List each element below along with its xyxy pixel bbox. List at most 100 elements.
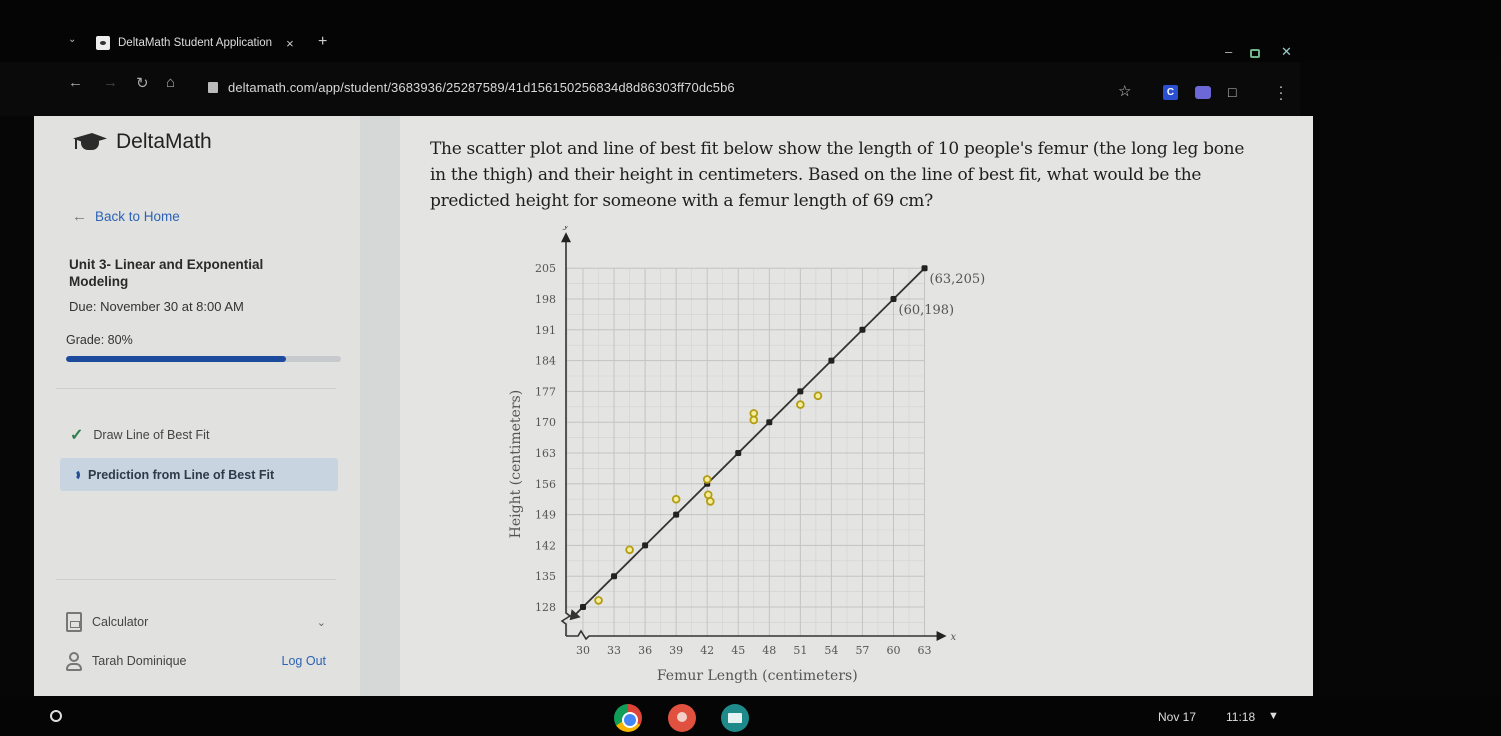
site-info-icon[interactable] <box>208 82 218 93</box>
y-tick-label: 191 <box>535 324 556 337</box>
assignment-title: Unit 3- Linear and Exponential Modeling <box>69 257 264 289</box>
fit-line-point <box>766 419 773 426</box>
calculator-toggle[interactable]: Calculator ⌄ <box>66 612 326 632</box>
y-axis-variable: y <box>562 226 569 231</box>
fit-line-segment <box>572 267 926 618</box>
x-tick-label: 30 <box>576 644 590 657</box>
extensions-icon[interactable]: □ <box>1228 84 1236 100</box>
back-icon[interactable]: ← <box>68 74 83 91</box>
data-points <box>594 391 823 605</box>
tray-date[interactable]: Nov 17 <box>1158 710 1196 724</box>
x-tick-label: 42 <box>700 644 714 657</box>
back-to-home-link[interactable]: ← Back to Home <box>72 208 180 225</box>
brand-logo[interactable]: DeltaMath <box>72 130 212 154</box>
fit-line-point <box>859 326 866 333</box>
fit-line-point <box>642 542 649 549</box>
y-tick-label: 149 <box>535 509 556 522</box>
tab-close-icon[interactable]: × <box>286 36 294 51</box>
forward-icon[interactable]: → <box>103 74 118 91</box>
divider <box>56 388 336 389</box>
classroom-icon[interactable] <box>721 704 749 732</box>
in-progress-icon <box>68 468 80 481</box>
minimize-icon[interactable]: – <box>1225 44 1232 59</box>
palette-icon[interactable] <box>668 704 696 732</box>
question-text: The scatter plot and line of best fit be… <box>430 139 1245 211</box>
new-tab-button[interactable]: + <box>318 33 327 51</box>
fit-line-point <box>580 604 586 610</box>
brand-name: DeltaMath <box>116 130 212 153</box>
x-tick-label: 57 <box>855 644 869 657</box>
grade-progress-bar <box>66 356 341 362</box>
checkmark-icon: ✓ <box>70 427 84 444</box>
scatter-point <box>625 545 634 555</box>
favicon-icon <box>96 36 110 50</box>
chevron-down-icon[interactable]: ⌄ <box>317 616 326 629</box>
fit-line-point <box>828 357 835 364</box>
scatter-point <box>594 596 603 605</box>
x-tick-label: 36 <box>638 644 652 657</box>
log-out-link[interactable]: Log Out <box>282 654 326 668</box>
scatter-point <box>702 475 712 484</box>
x-tick-labels: 30 33 36 39 42 45 48 51 54 57 60 63 <box>576 644 932 657</box>
y-tick-label: 163 <box>535 447 556 460</box>
skill-draw-line-of-best-fit[interactable]: ✓ Draw Line of Best Fit <box>70 425 209 445</box>
extension-c-icon[interactable]: C <box>1163 85 1178 100</box>
x-axis-label: Femur Length (centimeters) <box>657 668 858 684</box>
due-date: Due: November 30 at 8:00 AM <box>69 299 244 314</box>
fit-line-point <box>921 265 928 272</box>
tray-time[interactable]: 11:18 <box>1226 710 1255 724</box>
y-tick-label: 184 <box>535 355 556 368</box>
grade-label: Grade: 80% <box>66 333 133 347</box>
scatter-point <box>796 400 805 409</box>
menu-icon[interactable]: · · · <box>1278 79 1284 106</box>
home-icon[interactable]: ⌂ <box>166 74 175 91</box>
y-tick-label: 142 <box>535 539 556 552</box>
y-tick-label: 177 <box>535 385 556 398</box>
close-window-icon[interactable]: ✕ <box>1281 44 1292 60</box>
address-bar[interactable]: deltamath.com/app/student/3683936/252875… <box>208 80 735 95</box>
y-axis-label: Height (centimeters) <box>508 390 524 539</box>
line-of-best-fit <box>569 265 928 621</box>
y-tick-label: 128 <box>535 601 556 614</box>
annotations: (63,205) (60,198) <box>899 272 986 318</box>
skill-label: Draw Line of Best Fit <box>93 428 210 442</box>
fit-line-point <box>797 388 804 395</box>
star-icon[interactable]: ☆ <box>1118 82 1131 100</box>
x-tick-label: 33 <box>607 644 621 657</box>
reload-icon[interactable]: ↻ <box>136 74 149 92</box>
x-tick-label: 60 <box>887 644 901 657</box>
x-tick-label: 48 <box>762 644 776 657</box>
x-tick-label: 39 <box>669 644 683 657</box>
restore-icon[interactable] <box>1250 49 1260 58</box>
grid <box>566 267 926 636</box>
skill-prediction-from-line-of-best-fit[interactable]: Prediction from Line of Best Fit <box>60 458 338 491</box>
launcher-icon[interactable] <box>50 710 62 722</box>
user-name: Tarah Dominique <box>92 654 187 668</box>
scatter-point <box>749 415 759 425</box>
wifi-icon[interactable]: ▼ <box>1268 710 1279 722</box>
x-tick-label: 45 <box>731 644 745 657</box>
extension-puzzle-icon[interactable] <box>1195 86 1211 99</box>
sidebar-collapse-rail[interactable] <box>360 116 400 696</box>
user-row: Tarah Dominique Log Out <box>66 651 326 671</box>
url-text[interactable]: deltamath.com/app/student/3683936/252875… <box>228 80 735 95</box>
divider <box>56 579 336 580</box>
browser-tab[interactable]: DeltaMath Student Application × <box>96 32 294 54</box>
calculator-icon <box>66 612 82 632</box>
fit-line-point <box>611 573 618 580</box>
calculator-label: Calculator <box>92 615 149 629</box>
y-tick-label: 135 <box>535 570 556 583</box>
skill-label: Prediction from Line of Best Fit <box>88 467 275 482</box>
y-tick-label: 198 <box>535 293 556 306</box>
scatter-point <box>671 494 681 504</box>
scatter-plot: 30 33 36 39 42 45 48 51 54 57 60 63 128 135 142 149 156… <box>508 226 986 684</box>
x-axis-variable: x <box>951 632 957 643</box>
arrow-left-icon: ← <box>72 208 87 225</box>
chrome-icon[interactable] <box>614 704 642 732</box>
y-tick-label: 205 <box>535 262 556 275</box>
point-annotation: (63,205) <box>930 272 986 287</box>
tab-search-chevron-icon[interactable]: ⌄ <box>68 34 76 45</box>
back-to-home-label: Back to Home <box>95 209 180 224</box>
point-annotation: (60,198) <box>899 303 955 318</box>
fit-line-point <box>735 450 742 456</box>
